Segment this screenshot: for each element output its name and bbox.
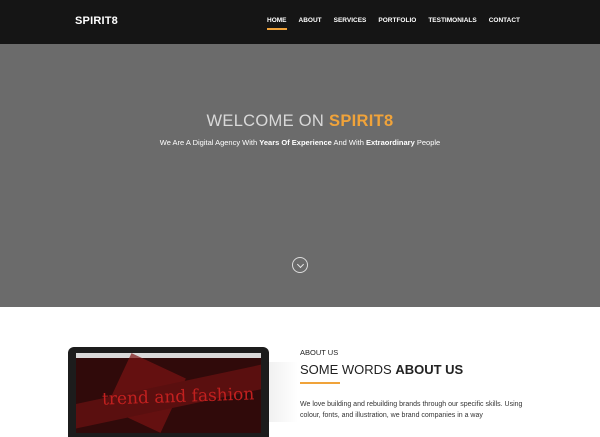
nav-about[interactable]: ABOUT (293, 17, 328, 24)
nav-services[interactable]: SERVICES (328, 17, 373, 24)
about-title-bold: ABOUT US (395, 362, 464, 377)
about-section: trend and fashion ABOUT US SOME WORDS AB… (0, 307, 600, 437)
hero-subtitle: We Are A Digital Agency With Years Of Ex… (0, 138, 600, 147)
chevron-down-icon[interactable] (292, 257, 308, 273)
hero-title: WELCOME ON SPIRIT8 (0, 112, 600, 131)
about-title-prefix: SOME WORDS (300, 362, 396, 377)
browser-bar (76, 353, 261, 358)
hero-subtitle-bold2: Extraordinary (366, 138, 415, 147)
nav-home[interactable]: HOME (261, 17, 293, 30)
laptop-screen-text: trend and fashion (101, 384, 255, 410)
about-text: We love building and rebuilding brands t… (300, 401, 523, 419)
brand-logo[interactable]: SPIRIT8 (75, 15, 118, 27)
about-label: ABOUT US (300, 348, 339, 357)
nav-portfolio[interactable]: PORTFOLIO (372, 17, 422, 24)
hero-subtitle-part3: People (414, 138, 441, 147)
hero-title-accent: SPIRIT8 (329, 112, 394, 130)
nav-contact[interactable]: CONTACT (483, 17, 526, 24)
hero-subtitle-part2: And With (331, 138, 366, 147)
about-title-underline (300, 382, 340, 384)
main-nav: HOME ABOUT SERVICES PORTFOLIO TESTIMONIA… (261, 17, 526, 30)
laptop-screen: trend and fashion (76, 353, 261, 433)
navbar: SPIRIT8 HOME ABOUT SERVICES PORTFOLIO TE… (0, 0, 600, 44)
nav-testimonials[interactable]: TESTIMONIALS (422, 17, 482, 24)
hero-subtitle-part1: We Are A Digital Agency With (159, 138, 260, 147)
hero-title-prefix: WELCOME ON (206, 112, 330, 130)
hero-section: WELCOME ON SPIRIT8 We Are A Digital Agen… (0, 44, 600, 307)
about-title: SOME WORDS ABOUT US (300, 362, 463, 377)
laptop-shadow (268, 362, 298, 422)
hero-subtitle-bold1: Years Of Experience (259, 138, 332, 147)
laptop-image: trend and fashion (68, 347, 269, 437)
